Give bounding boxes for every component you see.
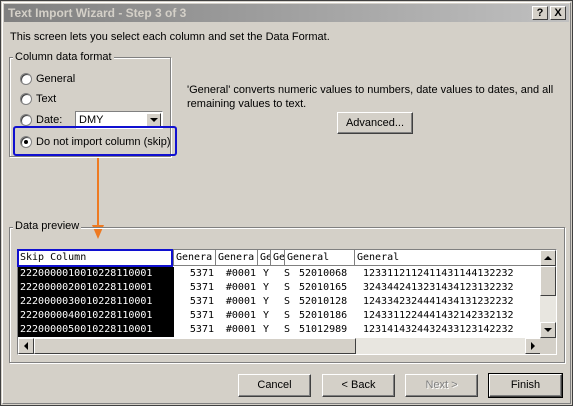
cell[interactable]: Y	[261, 309, 274, 323]
radio-text-circle[interactable]	[20, 93, 32, 105]
data-preview-group-label: Data preview	[13, 220, 82, 232]
window-title: Text Import Wizard - Step 3 of 3	[8, 6, 187, 20]
chevron-down-icon[interactable]	[146, 113, 161, 127]
cell[interactable]: Y	[261, 295, 274, 309]
cell[interactable]: 52010068	[297, 267, 355, 281]
header-col-6[interactable]: General	[285, 250, 355, 266]
horizontal-scrollbar[interactable]	[18, 338, 541, 354]
scroll-down-icon[interactable]	[540, 322, 556, 338]
table-row: 2220000030010228110001 5371 #0001 Y S 52…	[18, 295, 541, 309]
vertical-scroll-thumb[interactable]	[540, 266, 556, 296]
table-row: 2220000020010228110001 5371 #0001 Y S 52…	[18, 281, 541, 295]
cell[interactable]: S	[282, 323, 294, 337]
radio-text-label: Text	[36, 93, 57, 105]
next-button[interactable]: Next >	[405, 374, 478, 397]
cell[interactable]: 52010128	[297, 295, 355, 309]
table-row: 2220000010010228110001 5371 #0001 Y S 52…	[18, 267, 541, 281]
date-format-value: DMY	[79, 114, 104, 126]
radio-date-circle[interactable]	[20, 114, 32, 126]
header-col-4[interactable]: Ge	[258, 250, 271, 266]
radio-general[interactable]: General	[20, 71, 75, 87]
cell[interactable]: 52010186	[297, 309, 355, 323]
header-col-7[interactable]: General	[355, 250, 541, 266]
header-col-3[interactable]: Genera	[216, 250, 258, 266]
cell[interactable]: #0001	[216, 295, 258, 309]
cell[interactable]: 1231414324432433123142232	[361, 323, 541, 337]
vertical-scrollbar[interactable]	[540, 250, 556, 338]
radio-general-circle[interactable]	[20, 73, 32, 85]
scroll-up-icon[interactable]	[540, 250, 556, 266]
cell[interactable]: 5371	[174, 295, 216, 309]
cell[interactable]: S	[282, 281, 294, 295]
cell[interactable]: 52010165	[297, 281, 355, 295]
cell[interactable]: 51012989	[297, 323, 355, 337]
cell-skip[interactable]: 2220000030010228110001	[18, 295, 174, 309]
cell[interactable]: 5371	[174, 323, 216, 337]
close-button[interactable]: X	[550, 6, 566, 20]
intro-text: This screen lets you select each column …	[10, 31, 330, 43]
cell[interactable]: #0001	[216, 323, 258, 337]
radio-text[interactable]: Text	[20, 91, 56, 107]
scroll-corner	[540, 338, 556, 354]
column-format-group-label: Column data format	[13, 51, 114, 63]
cell[interactable]: 1243311224441432142332132	[361, 309, 541, 323]
skip-column-highlight	[17, 249, 173, 267]
cell[interactable]: S	[282, 295, 294, 309]
scroll-left-icon[interactable]	[18, 338, 34, 354]
cell-skip[interactable]: 2220000020010228110001	[18, 281, 174, 295]
cell[interactable]: Y	[261, 281, 274, 295]
cancel-button[interactable]: Cancel	[238, 374, 311, 397]
cell-skip[interactable]: 2220000010010228110001	[18, 267, 174, 281]
title-bar[interactable]: Text Import Wizard - Step 3 of 3 ? X	[4, 4, 569, 22]
header-col-5[interactable]: Ge	[271, 250, 285, 266]
table-row: 2220000040010228110001 5371 #0001 Y S 52…	[18, 309, 541, 323]
cell-skip[interactable]: 2220000050010228110001	[18, 323, 174, 337]
finish-button[interactable]: Finish	[488, 373, 563, 398]
back-button[interactable]: < Back	[322, 374, 395, 397]
table-row: 2220000050010228110001 5371 #0001 Y S 51…	[18, 323, 541, 337]
cell[interactable]: 5371	[174, 281, 216, 295]
radio-general-label: General	[36, 73, 76, 85]
cell[interactable]: 1233112112411431144132232	[361, 267, 541, 281]
cell-skip[interactable]: 2220000040010228110001	[18, 309, 174, 323]
cell[interactable]: S	[282, 309, 294, 323]
text-import-wizard-dialog: Text Import Wizard - Step 3 of 3 ? X Thi…	[0, 0, 573, 406]
radio-date-label: Date:	[36, 114, 63, 126]
cell[interactable]: S	[282, 267, 294, 281]
cell[interactable]: 5371	[174, 267, 216, 281]
header-col-2[interactable]: Genera	[174, 250, 216, 266]
annotation-arrow-line	[97, 158, 99, 226]
skip-option-highlight	[13, 126, 177, 156]
format-description: 'General' converts numeric values to num…	[187, 84, 554, 110]
cell[interactable]: #0001	[216, 281, 258, 295]
cell[interactable]: Y	[261, 323, 274, 337]
advanced-button[interactable]: Advanced...	[337, 112, 413, 134]
horizontal-scroll-thumb[interactable]	[34, 338, 356, 354]
cell[interactable]: Y	[261, 267, 274, 281]
cell[interactable]: 1243342324441434131232232	[361, 295, 541, 309]
cell[interactable]: #0001	[216, 267, 258, 281]
cell[interactable]: 5371	[174, 309, 216, 323]
help-button[interactable]: ?	[532, 6, 548, 20]
cell[interactable]: #0001	[216, 309, 258, 323]
cell[interactable]: 3243442413231434123132232	[361, 281, 541, 295]
scroll-right-icon[interactable]	[525, 338, 541, 354]
